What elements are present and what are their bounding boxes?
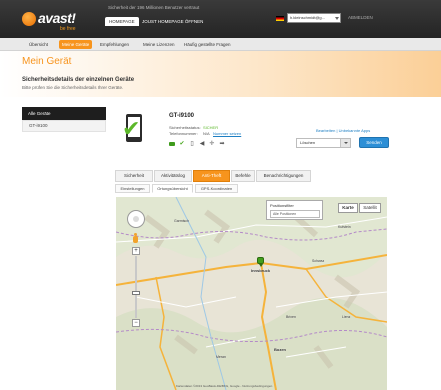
phone-secure-icon: ✔ [122, 114, 142, 142]
nav-item-overview[interactable]: Übersicht [26, 40, 51, 49]
account-email: h.kleinschmidt@g... [290, 15, 325, 20]
logout-link[interactable]: ABMELDEN [348, 15, 373, 20]
chevron-down-icon[interactable] [340, 139, 350, 147]
check-icon[interactable]: ✔ [179, 141, 185, 147]
map-label-city: Garmisch [174, 219, 189, 223]
main-nav: Übersicht Meine Geräte Empfehlungen Mein… [0, 38, 441, 51]
nav-item-my-devices[interactable]: Meine Geräte [59, 40, 93, 49]
arrow-icon[interactable]: ➡ [219, 141, 225, 147]
subtab-gps-coordinates[interactable]: GPS-Koordinaten [195, 184, 238, 193]
zoom-slider[interactable]: + − [132, 247, 140, 327]
logo-text: avast! [38, 10, 76, 26]
command-select[interactable]: Löschen [296, 138, 351, 148]
street-view-pegman-icon[interactable] [132, 233, 139, 244]
subtab-settings[interactable]: Einstellungen [115, 184, 150, 193]
sidebar-item-device[interactable]: GT-i9100 [22, 120, 106, 132]
map-label-city: Brixen [286, 315, 296, 319]
top-header: avast! be free Sicherheit der 196 Millio… [0, 0, 441, 38]
command-select-value: Löschen [300, 140, 316, 145]
sidebar-header[interactable]: Alle Geräte [22, 107, 106, 120]
header-tagline: Sicherheit der 196 Millionen Benutzer ve… [108, 5, 200, 10]
position-filter: Positionsfilter Alle Positionen [266, 200, 323, 220]
device-action-links[interactable]: Bearbeiten | Unbekannte Apps [316, 128, 370, 133]
section-subtitle: Bitte prüfen Sie die Sicherheitsdetails … [22, 85, 124, 90]
position-filter-label: Positionsfilter [270, 203, 294, 208]
zoom-out-button[interactable]: − [132, 319, 140, 327]
set-number-link[interactable]: Nummer setzen [213, 131, 241, 136]
homepage-tab[interactable]: HOMEPAGE [105, 17, 139, 26]
send-button[interactable]: Senden [359, 137, 389, 148]
tab-anti-theft[interactable]: Anti-Theft [193, 170, 230, 182]
camera-icon[interactable] [169, 142, 175, 146]
logo-subtitle: be free [60, 26, 76, 32]
tab-commands[interactable]: Befehle [231, 170, 255, 182]
speaker-icon[interactable]: ◀ [199, 141, 205, 147]
subtab-location-overview[interactable]: Ortungsübersicht [152, 184, 193, 193]
position-filter-select[interactable]: Alle Positionen [270, 210, 320, 218]
page-title: Mein Gerät [22, 56, 72, 67]
nav-item-recommendations[interactable]: Empfehlungen [97, 40, 132, 49]
phone-number-label: Telefonnummer: [169, 131, 198, 136]
map-pan-control[interactable] [127, 210, 145, 228]
section-title: Sicherheitsdetails der einzelnen Geräte [22, 77, 135, 83]
zoom-in-button[interactable]: + [132, 247, 140, 255]
map-type-satellite-button[interactable]: Satellit [359, 203, 381, 213]
tab-activity-log[interactable]: Aktivitätslog [154, 170, 192, 182]
logo-ball-icon [22, 12, 36, 26]
lock-icon[interactable]: ▯ [189, 141, 195, 147]
zoom-knob[interactable] [132, 291, 140, 295]
location-map[interactable]: + − Positionsfilter Alle Positionen Kart… [116, 197, 387, 390]
phone-number-value: N/A [203, 131, 210, 136]
nav-item-faq[interactable]: Häufig gestellte Fragen [181, 40, 234, 49]
map-type-map-button[interactable]: Karte [338, 203, 358, 213]
security-status-label: Sicherheitsstatus: [169, 125, 201, 130]
map-copyright: Kartendaten ©2013 GeoBasis-DE/BKG, Googl… [176, 384, 273, 388]
avast-logo[interactable]: avast! be free [22, 10, 84, 32]
german-flag-icon[interactable] [276, 16, 284, 21]
chevron-down-icon [335, 17, 339, 20]
joust-homepage-tab[interactable]: JOUST HOMEPAGE ÖFFNEN [138, 17, 207, 26]
map-label-city: Schwaz [312, 259, 325, 263]
tab-security[interactable]: Sicherheit [115, 170, 153, 182]
tab-notifications[interactable]: Benachrichtigungen [256, 170, 311, 182]
account-dropdown[interactable]: h.kleinschmidt@g... [287, 13, 341, 23]
map-label-city: Lienz [342, 315, 351, 319]
nav-item-licenses[interactable]: Meine Lizenzen [140, 40, 178, 49]
map-label-city: Bozen [274, 347, 286, 352]
security-status-value: SICHER [203, 125, 219, 130]
locate-icon[interactable]: ✛ [209, 141, 215, 147]
map-label-city: Innsbruck [251, 268, 271, 273]
device-name: GT-i9100 [169, 113, 195, 119]
map-label-city: Kufstein [338, 225, 351, 229]
map-label-city: Meran [216, 355, 226, 359]
zoom-track[interactable] [135, 256, 137, 318]
device-location-marker[interactable] [257, 257, 264, 267]
